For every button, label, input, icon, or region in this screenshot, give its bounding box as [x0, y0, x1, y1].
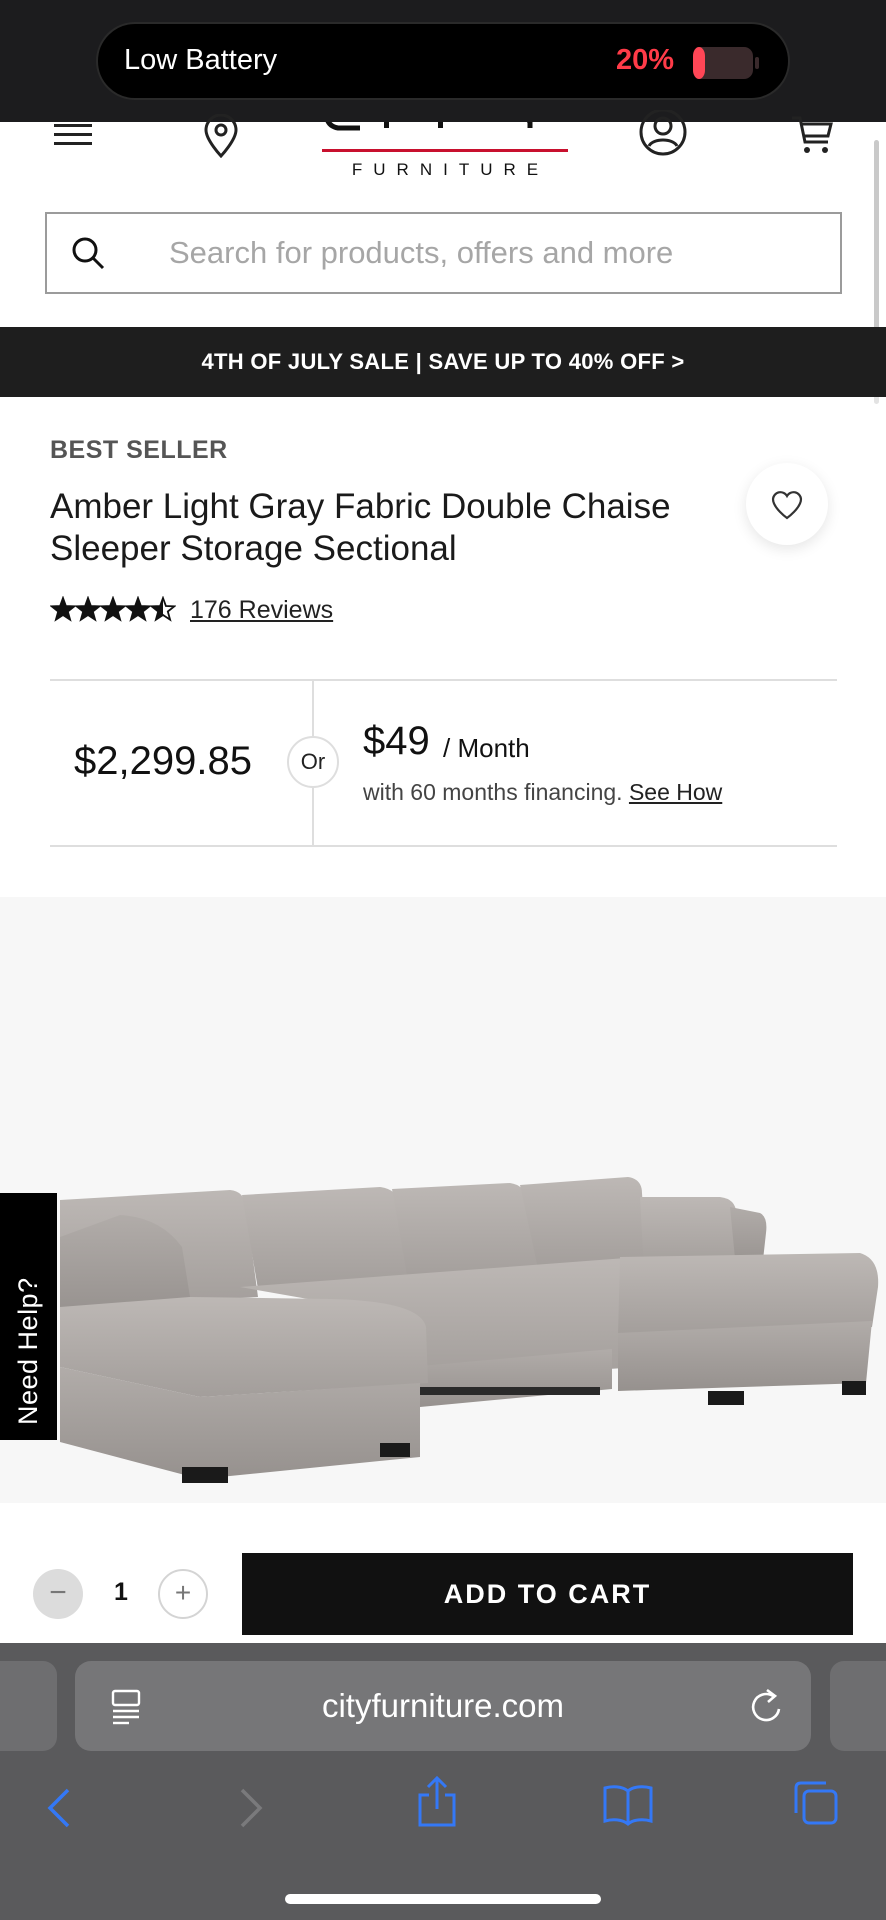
- rating-star: [99, 596, 127, 622]
- promo-banner[interactable]: 4TH OF JULY SALE | SAVE UP TO 40% OFF >: [0, 327, 886, 397]
- location-pin-icon[interactable]: [202, 114, 240, 158]
- back-arrow-icon[interactable]: [44, 1786, 74, 1830]
- previous-tab-preview[interactable]: [0, 1661, 57, 1751]
- monthly-amount: $49: [363, 719, 430, 763]
- search-input[interactable]: [169, 230, 809, 276]
- reload-icon[interactable]: [749, 1687, 785, 1725]
- rating-stars: [50, 596, 176, 622]
- forward-arrow-icon[interactable]: [236, 1786, 266, 1830]
- reviews-link[interactable]: 176 Reviews: [190, 596, 333, 625]
- search-bar[interactable]: [45, 212, 842, 294]
- rating-star: [74, 596, 102, 622]
- bookmarks-icon[interactable]: [602, 1783, 654, 1827]
- share-icon[interactable]: [416, 1775, 458, 1829]
- status-bar: Low Battery 20%: [0, 0, 886, 122]
- shopping-cart-icon[interactable]: [790, 114, 834, 156]
- need-help-tab[interactable]: Need Help?: [0, 1193, 57, 1440]
- battery-label: Low Battery: [124, 44, 278, 76]
- or-separator: Or: [287, 736, 339, 788]
- quantity-value: 1: [114, 1578, 128, 1606]
- next-tab-preview[interactable]: [830, 1661, 886, 1751]
- hamburger-menu-icon[interactable]: [54, 122, 94, 150]
- product-title: Amber Light Gray Fabric Double Chaise Sl…: [50, 487, 671, 568]
- logo-subtext: FURNITURE: [351, 160, 550, 179]
- tabs-icon[interactable]: [792, 1779, 840, 1827]
- sectional-sofa-image: [60, 1177, 879, 1483]
- heart-icon: [771, 491, 803, 520]
- search-icon: [72, 237, 105, 270]
- favorite-button[interactable]: [746, 463, 828, 545]
- financing-text: with 60 months financing. See How: [363, 779, 722, 806]
- url-text: cityfurniture.com: [321, 1687, 565, 1724]
- price-section: $2,299.85 Or $49 / Month with 60 months …: [50, 679, 837, 847]
- battery-icon: [693, 47, 759, 79]
- browser-toolbar: cityfurniture.com: [0, 1643, 886, 1920]
- product-price: $2,299.85: [74, 739, 252, 783]
- city-furniture-logo[interactable]: FURNITURE: [310, 122, 580, 192]
- logo-rule: [322, 149, 568, 152]
- add-to-cart-button[interactable]: ADD TO CART: [242, 1553, 853, 1635]
- financing-terms: with 60 months financing.: [363, 779, 623, 805]
- battery-percent: 20%: [616, 44, 675, 76]
- best-seller-badge: BEST SELLER: [50, 436, 228, 464]
- user-account-icon[interactable]: [638, 110, 688, 156]
- need-help-label: Need Help?: [13, 1277, 43, 1425]
- quantity-decrease-button[interactable]: −: [33, 1569, 83, 1619]
- rating-star: [124, 596, 152, 622]
- see-how-link[interactable]: See How: [629, 779, 722, 805]
- address-bar[interactable]: cityfurniture.com: [75, 1661, 811, 1751]
- rating-star: [50, 596, 77, 622]
- home-indicator[interactable]: [285, 1894, 601, 1904]
- quantity-increase-button[interactable]: +: [158, 1569, 208, 1619]
- page-scrollbar[interactable]: [874, 140, 879, 330]
- monthly-unit: / Month: [443, 733, 530, 763]
- low-battery-notice: Low Battery 20%: [96, 22, 790, 100]
- logo-wordmark: [325, 122, 533, 131]
- product-image[interactable]: [0, 897, 886, 1503]
